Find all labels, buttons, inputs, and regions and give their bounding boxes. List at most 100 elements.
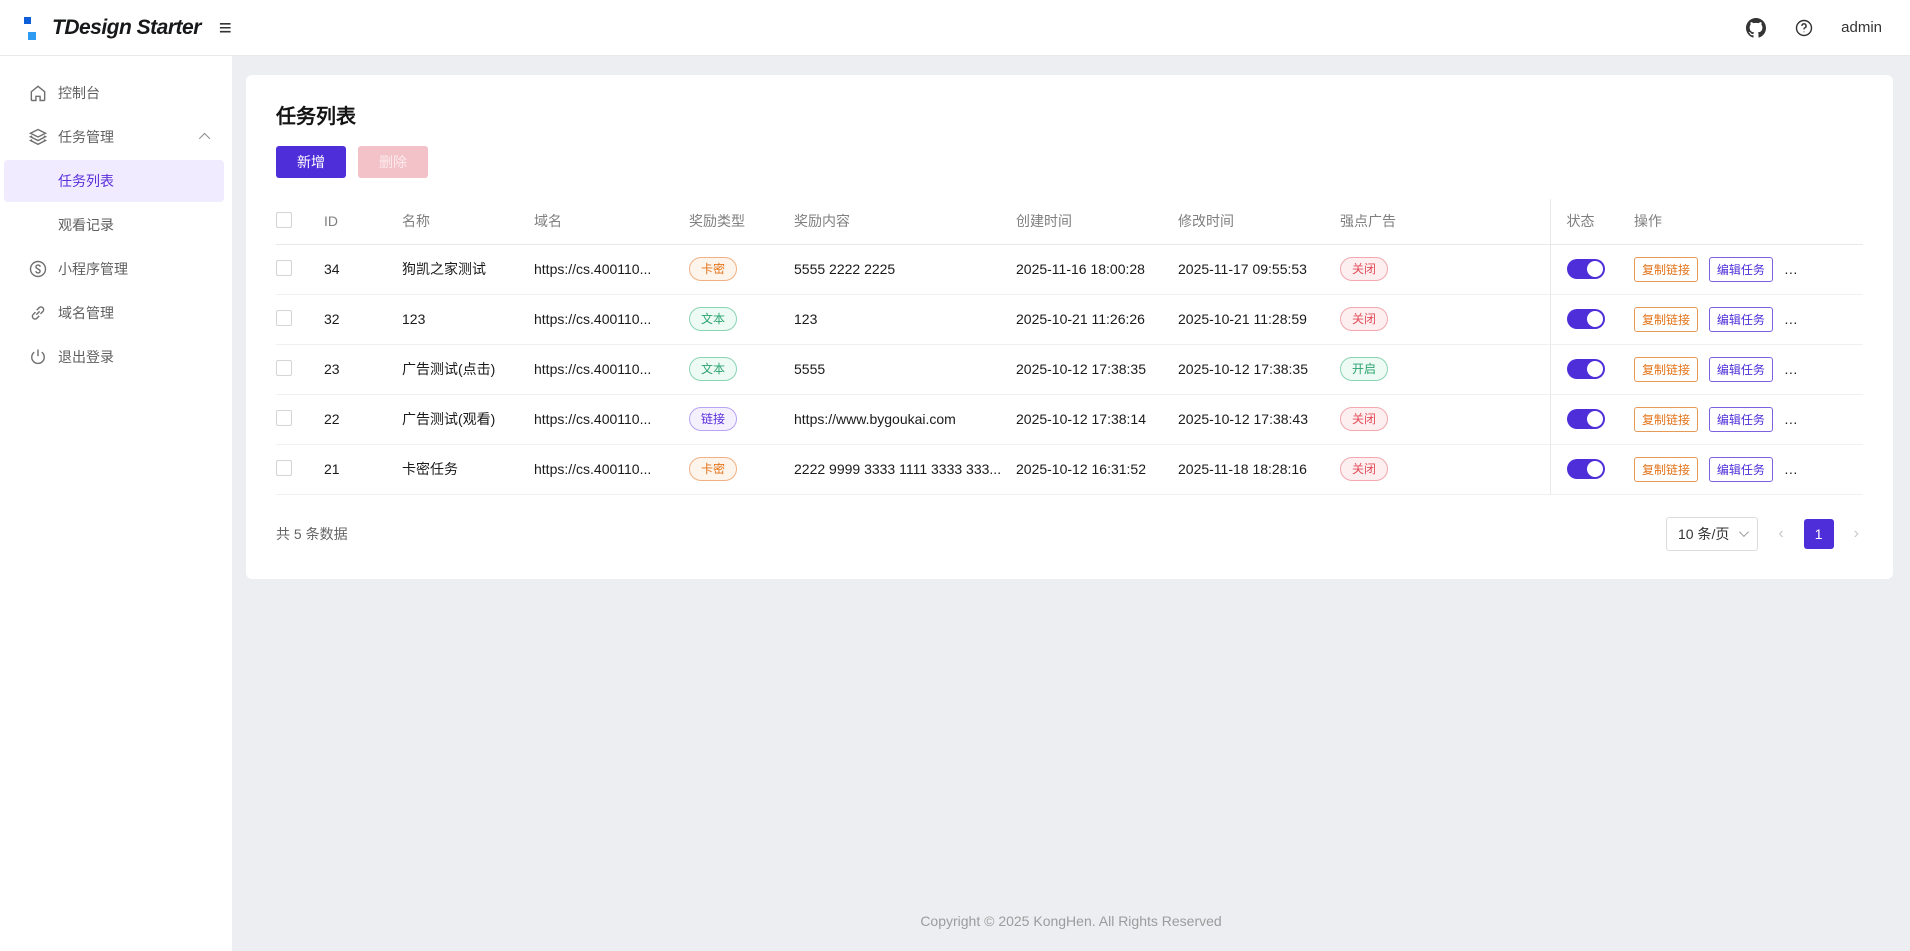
status-toggle[interactable] <box>1567 459 1605 479</box>
copy-link-button[interactable]: 复制链接 <box>1634 457 1698 482</box>
page-size-value: 10 条/页 <box>1678 524 1729 544</box>
sidebar-item-label: 退出登录 <box>58 347 114 367</box>
column-header-status: 状态 <box>1550 199 1634 244</box>
column-header-force-ad: 强点广告 <box>1340 199 1550 244</box>
sidebar-item-console[interactable]: 控制台 <box>4 72 224 114</box>
cell-domain: https://cs.400110... <box>534 294 689 344</box>
table-row: 22 广告测试(观看) https://cs.400110... 链接 http… <box>276 394 1863 444</box>
sidebar-item-miniprogram[interactable]: 小程序管理 <box>4 248 224 290</box>
copy-link-button[interactable]: 复制链接 <box>1634 407 1698 432</box>
sidebar-item-label: 控制台 <box>58 83 100 103</box>
logo-text: TDesign Starter <box>52 16 201 40</box>
help-circle-icon[interactable] <box>1793 17 1815 39</box>
cell-created-at: 2025-11-16 18:00:28 <box>1016 244 1178 294</box>
view-data-button[interactable]: 查看数据 <box>1784 307 1848 332</box>
page-size-select[interactable]: 10 条/页 <box>1666 517 1758 551</box>
edit-task-button[interactable]: 编辑任务 <box>1709 257 1773 282</box>
column-header-reward-content: 奖励内容 <box>794 199 1016 244</box>
link-icon <box>28 303 48 323</box>
edit-task-button[interactable]: 编辑任务 <box>1709 407 1773 432</box>
github-icon[interactable] <box>1745 17 1767 39</box>
miniprogram-icon <box>28 259 48 279</box>
cell-created-at: 2025-10-21 11:26:26 <box>1016 294 1178 344</box>
status-toggle[interactable] <box>1567 359 1605 379</box>
cell-reward-content: 5555 <box>794 344 1016 394</box>
row-checkbox[interactable] <box>276 310 292 326</box>
reward-type-tag: 链接 <box>689 407 737 431</box>
sidebar: 控制台 任务管理 任务列表 观看记录 小程序管理 <box>0 56 232 951</box>
cell-domain: https://cs.400110... <box>534 244 689 294</box>
cell-created-at: 2025-10-12 17:38:14 <box>1016 394 1178 444</box>
cell-updated-at: 2025-11-18 18:28:16 <box>1178 444 1340 494</box>
view-data-button[interactable]: 查看数据 <box>1784 457 1848 482</box>
cell-id: 23 <box>324 344 402 394</box>
page-number-button[interactable]: 1 <box>1804 519 1834 549</box>
row-checkbox[interactable] <box>276 360 292 376</box>
cell-created-at: 2025-10-12 16:31:52 <box>1016 444 1178 494</box>
reward-type-tag: 文本 <box>689 307 737 331</box>
sidebar-item-logout[interactable]: 退出登录 <box>4 336 224 378</box>
cell-id: 32 <box>324 294 402 344</box>
cell-reward-content: 2222 9999 3333 1111 3333 333... <box>794 444 1016 494</box>
edit-task-button[interactable]: 编辑任务 <box>1709 307 1773 332</box>
sidebar-item-watch-records[interactable]: 观看记录 <box>4 204 224 246</box>
layers-icon <box>28 127 48 147</box>
edit-task-button[interactable]: 编辑任务 <box>1709 357 1773 382</box>
force-ad-tag: 关闭 <box>1340 257 1388 281</box>
status-toggle[interactable] <box>1567 409 1605 429</box>
sidebar-item-domain-management[interactable]: 域名管理 <box>4 292 224 334</box>
view-data-button[interactable]: 查看数据 <box>1784 357 1848 382</box>
row-checkbox[interactable] <box>276 460 292 476</box>
column-header-updated-at: 修改时间 <box>1178 199 1340 244</box>
copy-link-button[interactable]: 复制链接 <box>1634 257 1698 282</box>
force-ad-tag: 关闭 <box>1340 307 1388 331</box>
table-row: 23 广告测试(点击) https://cs.400110... 文本 5555… <box>276 344 1863 394</box>
sidebar-item-task-list[interactable]: 任务列表 <box>4 160 224 202</box>
sidebar-item-label: 域名管理 <box>58 303 114 323</box>
app-logo[interactable]: TDesign Starter <box>22 13 201 43</box>
cell-reward-content: 5555 2222 2225 <box>794 244 1016 294</box>
menu-fold-icon[interactable]: ≡ <box>219 17 232 39</box>
status-toggle[interactable] <box>1567 259 1605 279</box>
column-header-id: ID <box>324 199 402 244</box>
prev-page-button[interactable]: ‹ <box>1774 525 1787 543</box>
copyright-text: Copyright © 2025 KongHen. All Rights Res… <box>232 913 1910 951</box>
cell-name: 狗凯之家测试 <box>402 244 534 294</box>
main-content: 任务列表 新增 删除 ID 名称 <box>232 56 1910 951</box>
cell-updated-at: 2025-10-21 11:28:59 <box>1178 294 1340 344</box>
column-header-domain: 域名 <box>534 199 689 244</box>
chevron-up-icon <box>199 133 210 144</box>
view-data-button[interactable]: 查看数据 <box>1784 257 1848 282</box>
cell-domain: https://cs.400110... <box>534 444 689 494</box>
sidebar-item-label: 观看记录 <box>58 215 114 235</box>
copy-link-button[interactable]: 复制链接 <box>1634 307 1698 332</box>
force-ad-tag: 关闭 <box>1340 407 1388 431</box>
copy-link-button[interactable]: 复制链接 <box>1634 357 1698 382</box>
sidebar-item-label: 任务管理 <box>58 127 114 147</box>
cell-name: 卡密任务 <box>402 444 534 494</box>
add-button[interactable]: 新增 <box>276 146 346 178</box>
select-all-checkbox[interactable] <box>276 212 292 228</box>
row-checkbox[interactable] <box>276 260 292 276</box>
cell-updated-at: 2025-10-12 17:38:43 <box>1178 394 1340 444</box>
cell-created-at: 2025-10-12 17:38:35 <box>1016 344 1178 394</box>
sidebar-item-task-management[interactable]: 任务管理 <box>4 116 224 158</box>
user-menu[interactable]: admin <box>1841 19 1882 36</box>
table-row: 32 123 https://cs.400110... 文本 123 2025-… <box>276 294 1863 344</box>
cell-id: 34 <box>324 244 402 294</box>
cell-id: 22 <box>324 394 402 444</box>
edit-task-button[interactable]: 编辑任务 <box>1709 457 1773 482</box>
row-checkbox[interactable] <box>276 410 292 426</box>
app-root: TDesign Starter ≡ admin 控制台 <box>0 0 1910 951</box>
cell-reward-content: 123 <box>794 294 1016 344</box>
cell-id: 21 <box>324 444 402 494</box>
column-header-actions: 操作 <box>1634 199 1863 244</box>
force-ad-tag: 关闭 <box>1340 457 1388 481</box>
next-page-button[interactable]: › <box>1850 525 1863 543</box>
delete-button[interactable]: 删除 <box>358 146 428 178</box>
table-header-row: ID 名称 域名 奖励类型 奖励内容 创建时间 修改时间 强点广告 状态 操作 <box>276 199 1863 244</box>
reward-type-tag: 卡密 <box>689 257 737 281</box>
power-icon <box>28 347 48 367</box>
status-toggle[interactable] <box>1567 309 1605 329</box>
view-data-button[interactable]: 查看数据 <box>1784 407 1848 432</box>
